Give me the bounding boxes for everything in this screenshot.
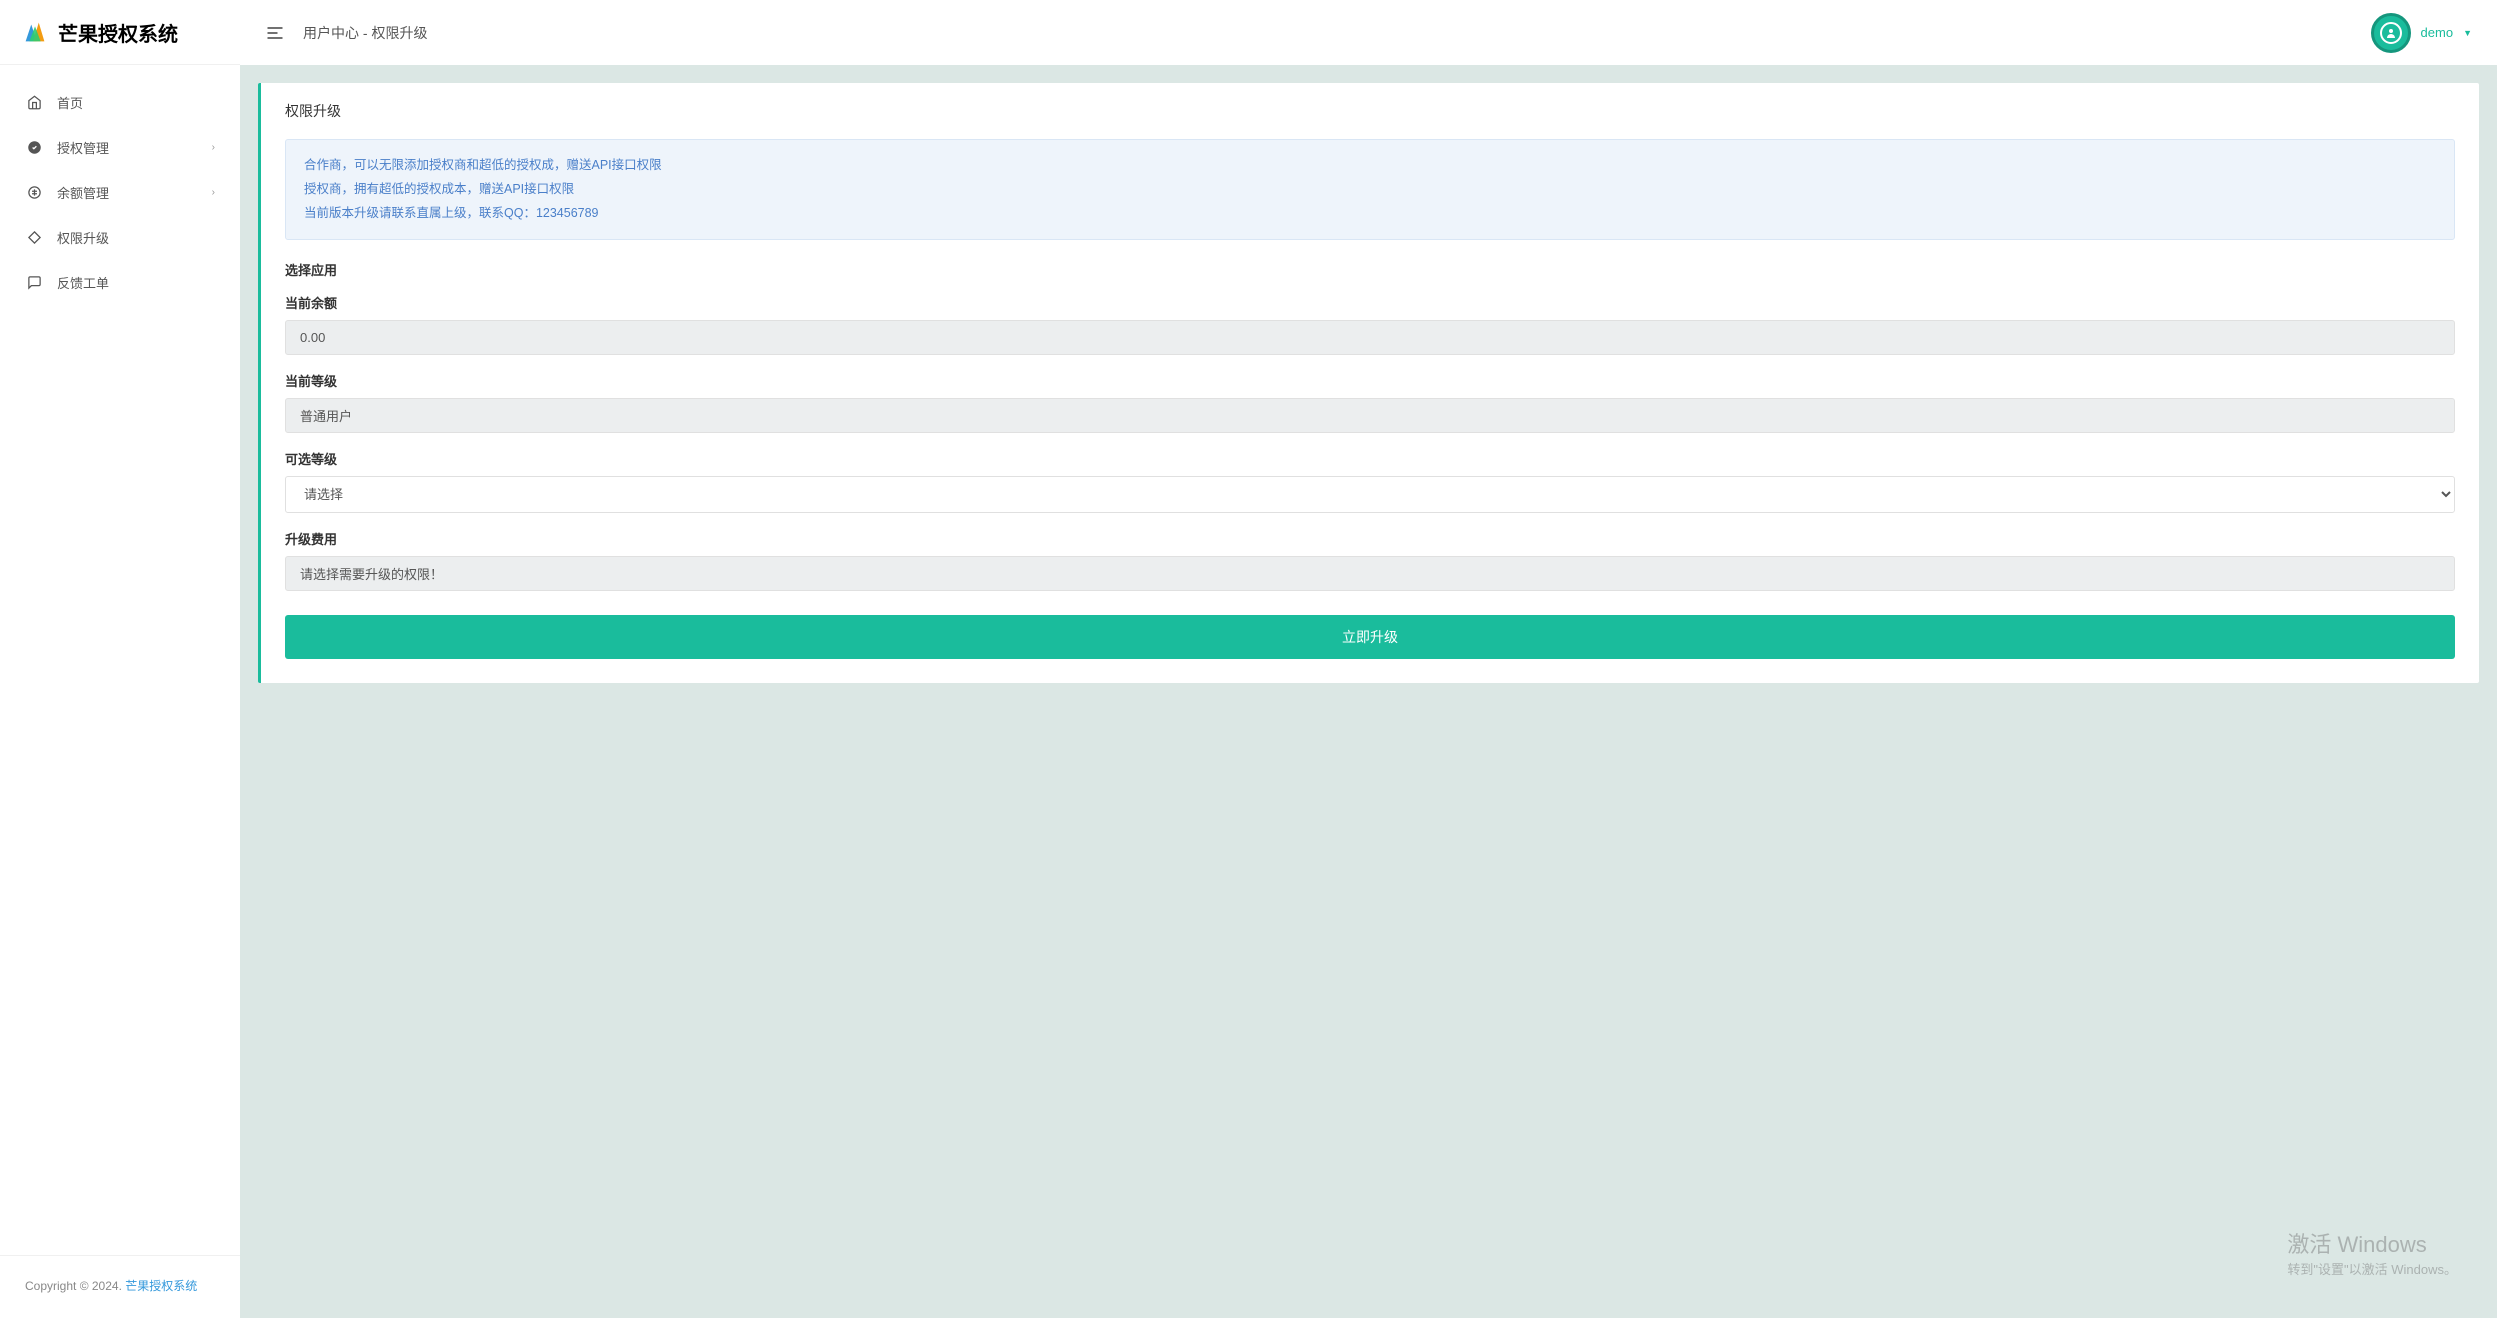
sidebar-item-label: 首页 [57,93,215,112]
level-field [285,398,2455,433]
sidebar-item-label: 余额管理 [57,183,212,202]
sidebar-item-home[interactable]: 首页 [0,80,240,125]
alert-line: 合作商，可以无限添加授权商和超低的授权成，赠送API接口权限 [304,154,2436,178]
cost-field [285,556,2455,591]
breadcrumb: 用户中心 - 权限升级 [303,23,2371,43]
menu-icon [265,23,285,43]
topbar: 用户中心 - 权限升级 demo ▼ [240,0,2497,65]
brand-name: 芒果授权系统 [58,18,178,47]
logo-icon [20,17,50,47]
avatar [2371,13,2411,53]
user-name: demo [2421,25,2454,40]
chat-icon [25,274,43,292]
sidebar-item-label: 权限升级 [57,228,215,247]
diamond-icon [25,229,43,247]
balance-field [285,320,2455,355]
home-icon [25,94,43,112]
sidebar-toggle-button[interactable] [265,23,285,43]
coin-icon [25,184,43,202]
info-alert: 合作商，可以无限添加授权商和超低的授权成，赠送API接口权限 授权商，拥有超低的… [285,139,2455,240]
sidebar-item-label: 授权管理 [57,138,212,157]
sidebar-menu: 首页 授权管理 › 余额管理 › 权限升级 [0,65,240,1255]
copyright-text: Copyright © 2024. [25,1279,122,1293]
sidebar-footer: Copyright © 2024. 芒果授权系统 [0,1255,240,1318]
brand-logo[interactable]: 芒果授权系统 [0,0,240,65]
sidebar-item-label: 反馈工单 [57,273,215,292]
level-select[interactable]: 请选择 [285,476,2455,513]
cost-label: 升级费用 [285,529,2455,548]
upgrade-card: 权限升级 合作商，可以无限添加授权商和超低的授权成，赠送API接口权限 授权商，… [258,83,2479,683]
balance-label: 当前余额 [285,293,2455,312]
chevron-right-icon: › [212,187,215,198]
chevron-right-icon: › [212,142,215,153]
sidebar-item-feedback[interactable]: 反馈工单 [0,260,240,305]
sidebar: 芒果授权系统 首页 授权管理 › 余额管理 › [0,0,240,1318]
user-icon [2385,27,2397,39]
user-menu[interactable]: demo ▼ [2371,13,2472,53]
sidebar-item-auth[interactable]: 授权管理 › [0,125,240,170]
check-circle-icon [25,139,43,157]
sidebar-item-balance[interactable]: 余额管理 › [0,170,240,215]
select-level-label: 可选等级 [285,449,2455,468]
sidebar-item-upgrade[interactable]: 权限升级 [0,215,240,260]
section-title: 选择应用 [285,260,2455,279]
caret-down-icon: ▼ [2463,28,2472,38]
alert-line: 授权商，拥有超低的授权成本，赠送API接口权限 [304,178,2436,202]
card-title: 权限升级 [261,83,2479,139]
copyright-link[interactable]: 芒果授权系统 [125,1279,197,1293]
alert-line: 当前版本升级请联系直属上级，联系QQ：123456789 [304,202,2436,226]
level-label: 当前等级 [285,371,2455,390]
upgrade-submit-button[interactable]: 立即升级 [285,615,2455,659]
